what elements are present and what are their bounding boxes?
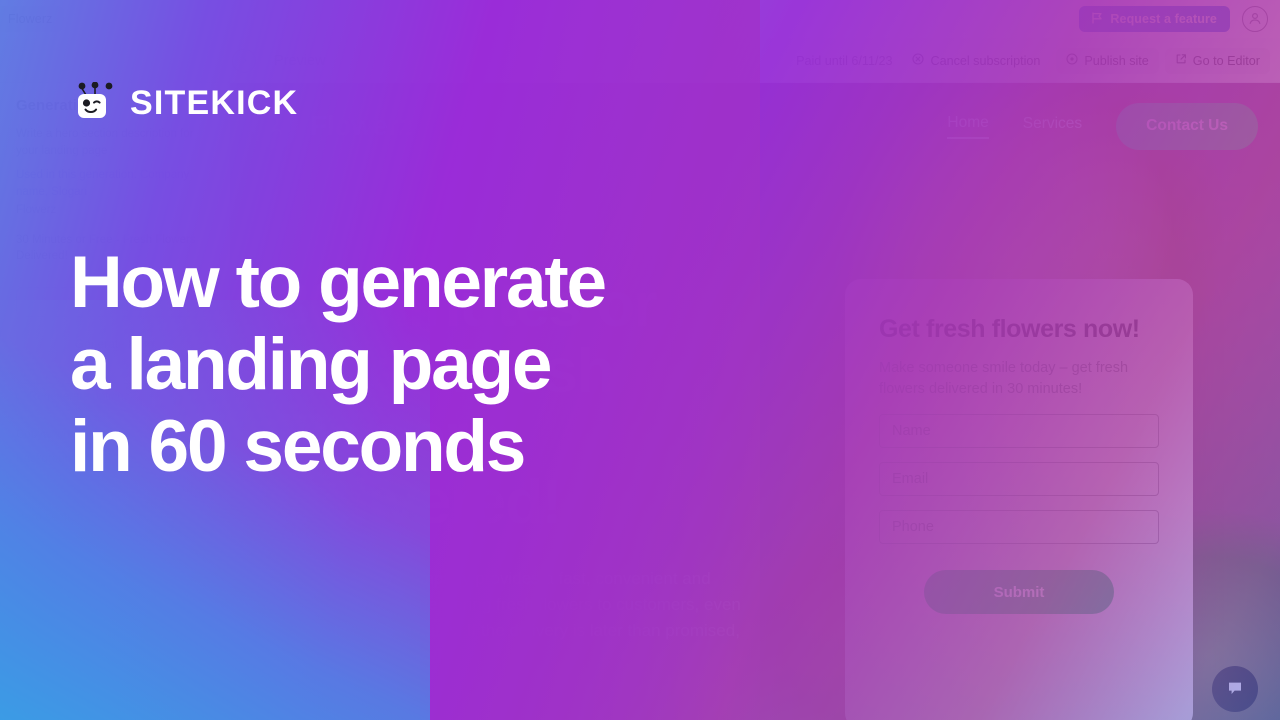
phone-field[interactable] bbox=[879, 510, 1159, 545]
sidebar-item-hero-section[interactable]: Hero section bbox=[16, 495, 213, 540]
generation-sidebar: Generation Write a hero section descript… bbox=[0, 83, 230, 720]
chat-bubble-icon bbox=[1225, 678, 1245, 701]
sitekick-wordmark: SITEKICK bbox=[130, 84, 299, 122]
preview-next-button[interactable] bbox=[232, 48, 256, 73]
publish-site-label: Publish site bbox=[1084, 53, 1149, 68]
site-hero-paragraph: Flower Delivery Company provides a fast,… bbox=[276, 568, 741, 666]
request-a-feature-button[interactable]: Request a feature bbox=[1079, 6, 1230, 32]
chevron-right-icon bbox=[205, 554, 213, 568]
site-nav-links: Home Services Contact Us bbox=[947, 102, 1258, 150]
sitekick-brand-lockup: SITEKICK bbox=[70, 81, 299, 125]
sidebar-text-input[interactable] bbox=[16, 287, 213, 318]
site-hero-text: 30 Minutes or Free - Fresh Flowers Deliv… bbox=[276, 273, 796, 669]
sidebar-item-contact-form[interactable]: Contact form bbox=[16, 671, 213, 716]
sidebar-background-label: Background bbox=[16, 453, 78, 466]
project-toolbar: Preview Paid until 6/11/23 Cancel subscr… bbox=[0, 38, 1280, 83]
chat-widget-button[interactable] bbox=[1212, 666, 1258, 712]
chevron-right-icon bbox=[205, 642, 213, 656]
user-avatar-button[interactable] bbox=[1242, 6, 1268, 32]
sidebar-item-label: Features bbox=[16, 553, 64, 568]
sidebar-copywriting-label: Copywriting bbox=[16, 429, 77, 442]
name-field[interactable] bbox=[879, 414, 1159, 449]
circle-upload-icon bbox=[1066, 53, 1078, 68]
generate-hero-button[interactable]: Generate Hero bbox=[16, 329, 213, 360]
go-to-editor-button[interactable]: Go to Editor bbox=[1164, 47, 1270, 74]
chevron-right-icon bbox=[240, 53, 249, 68]
form-title: Get fresh flowers now! bbox=[879, 315, 1140, 343]
preview-label: Preview bbox=[274, 52, 326, 69]
sidebar-item-label: About us bbox=[16, 597, 64, 612]
site-hero-heading: 30 Minutes or Free - Fresh Flowers Deliv… bbox=[276, 271, 658, 538]
regenerate-options-button[interactable]: Regenerate options bbox=[16, 383, 143, 412]
go-to-editor-label: Go to Editor bbox=[1192, 53, 1260, 68]
sidebar-generation-meta-sub: Flowerz bbox=[16, 203, 57, 216]
preview-group: Preview bbox=[232, 38, 326, 83]
chevron-right-icon bbox=[205, 510, 213, 524]
form-subtitle: Make someone smile today – get fresh flo… bbox=[879, 360, 1129, 398]
submit-button[interactable]: Submit bbox=[924, 570, 1114, 615]
sidebar-generated-result: 30 Minutes or Free - Fresh Flowers Deliv… bbox=[16, 233, 196, 263]
sidebar-item-footer[interactable]: Footer bbox=[16, 715, 213, 720]
site-preview-canvas: Flowerz Home Services Contact Us 30 Minu… bbox=[230, 83, 1280, 720]
paid-until-text: Paid until 6/11/23 bbox=[796, 53, 893, 68]
sidebar-item-label: Testimonials bbox=[16, 641, 83, 656]
external-link-icon bbox=[1175, 53, 1187, 68]
chevron-right-icon bbox=[205, 686, 213, 700]
lead-capture-form: Get fresh flowers now! Make someone smil… bbox=[845, 279, 1193, 720]
sidebar-item-label: Hero section bbox=[16, 509, 84, 524]
sidebar-item-label: Contact form bbox=[16, 685, 85, 700]
top-bar-actions: Request a feature bbox=[1079, 6, 1268, 32]
request-a-feature-label: Request a feature bbox=[1110, 12, 1217, 26]
sidebar-item-testimonials[interactable]: Testimonials bbox=[16, 627, 213, 672]
browser-tab-label: Flowerz bbox=[8, 12, 53, 26]
nav-link-home[interactable]: Home bbox=[947, 114, 989, 139]
email-field[interactable] bbox=[879, 462, 1159, 497]
chevron-right-icon bbox=[205, 598, 213, 612]
publish-site-button[interactable]: Publish site bbox=[1056, 47, 1159, 74]
cancel-subscription-button[interactable]: Cancel subscription bbox=[902, 48, 1050, 74]
robot-head-icon bbox=[70, 81, 116, 125]
browser-tab-flowerz[interactable]: Flowerz bbox=[0, 6, 65, 32]
subscription-actions: Paid until 6/11/23 Cancel subscription P… bbox=[796, 38, 1270, 83]
site-logo-text: Flowerz bbox=[310, 110, 413, 141]
contact-us-button[interactable]: Contact Us bbox=[1116, 102, 1258, 150]
sidebar-section-list: Hero section Features About us Testimoni… bbox=[16, 495, 213, 720]
cancel-subscription-label: Cancel subscription bbox=[930, 53, 1041, 68]
flag-icon bbox=[1092, 11, 1103, 27]
browser-top-bar: Flowerz Request a feature bbox=[0, 0, 1280, 38]
user-avatar-icon bbox=[1248, 11, 1262, 28]
nav-link-services[interactable]: Services bbox=[1023, 115, 1082, 138]
sidebar-generation-meta: Used in this generation: Company name, S… bbox=[16, 169, 190, 199]
site-navbar: Flowerz Home Services Contact Us bbox=[230, 95, 1280, 157]
sidebar-item-features[interactable]: Features bbox=[16, 539, 213, 584]
sidebar-item-about-us[interactable]: About us bbox=[16, 583, 213, 628]
sidebar-hint: Write a hero section description for you… bbox=[16, 128, 194, 157]
circle-x-icon bbox=[912, 53, 925, 68]
